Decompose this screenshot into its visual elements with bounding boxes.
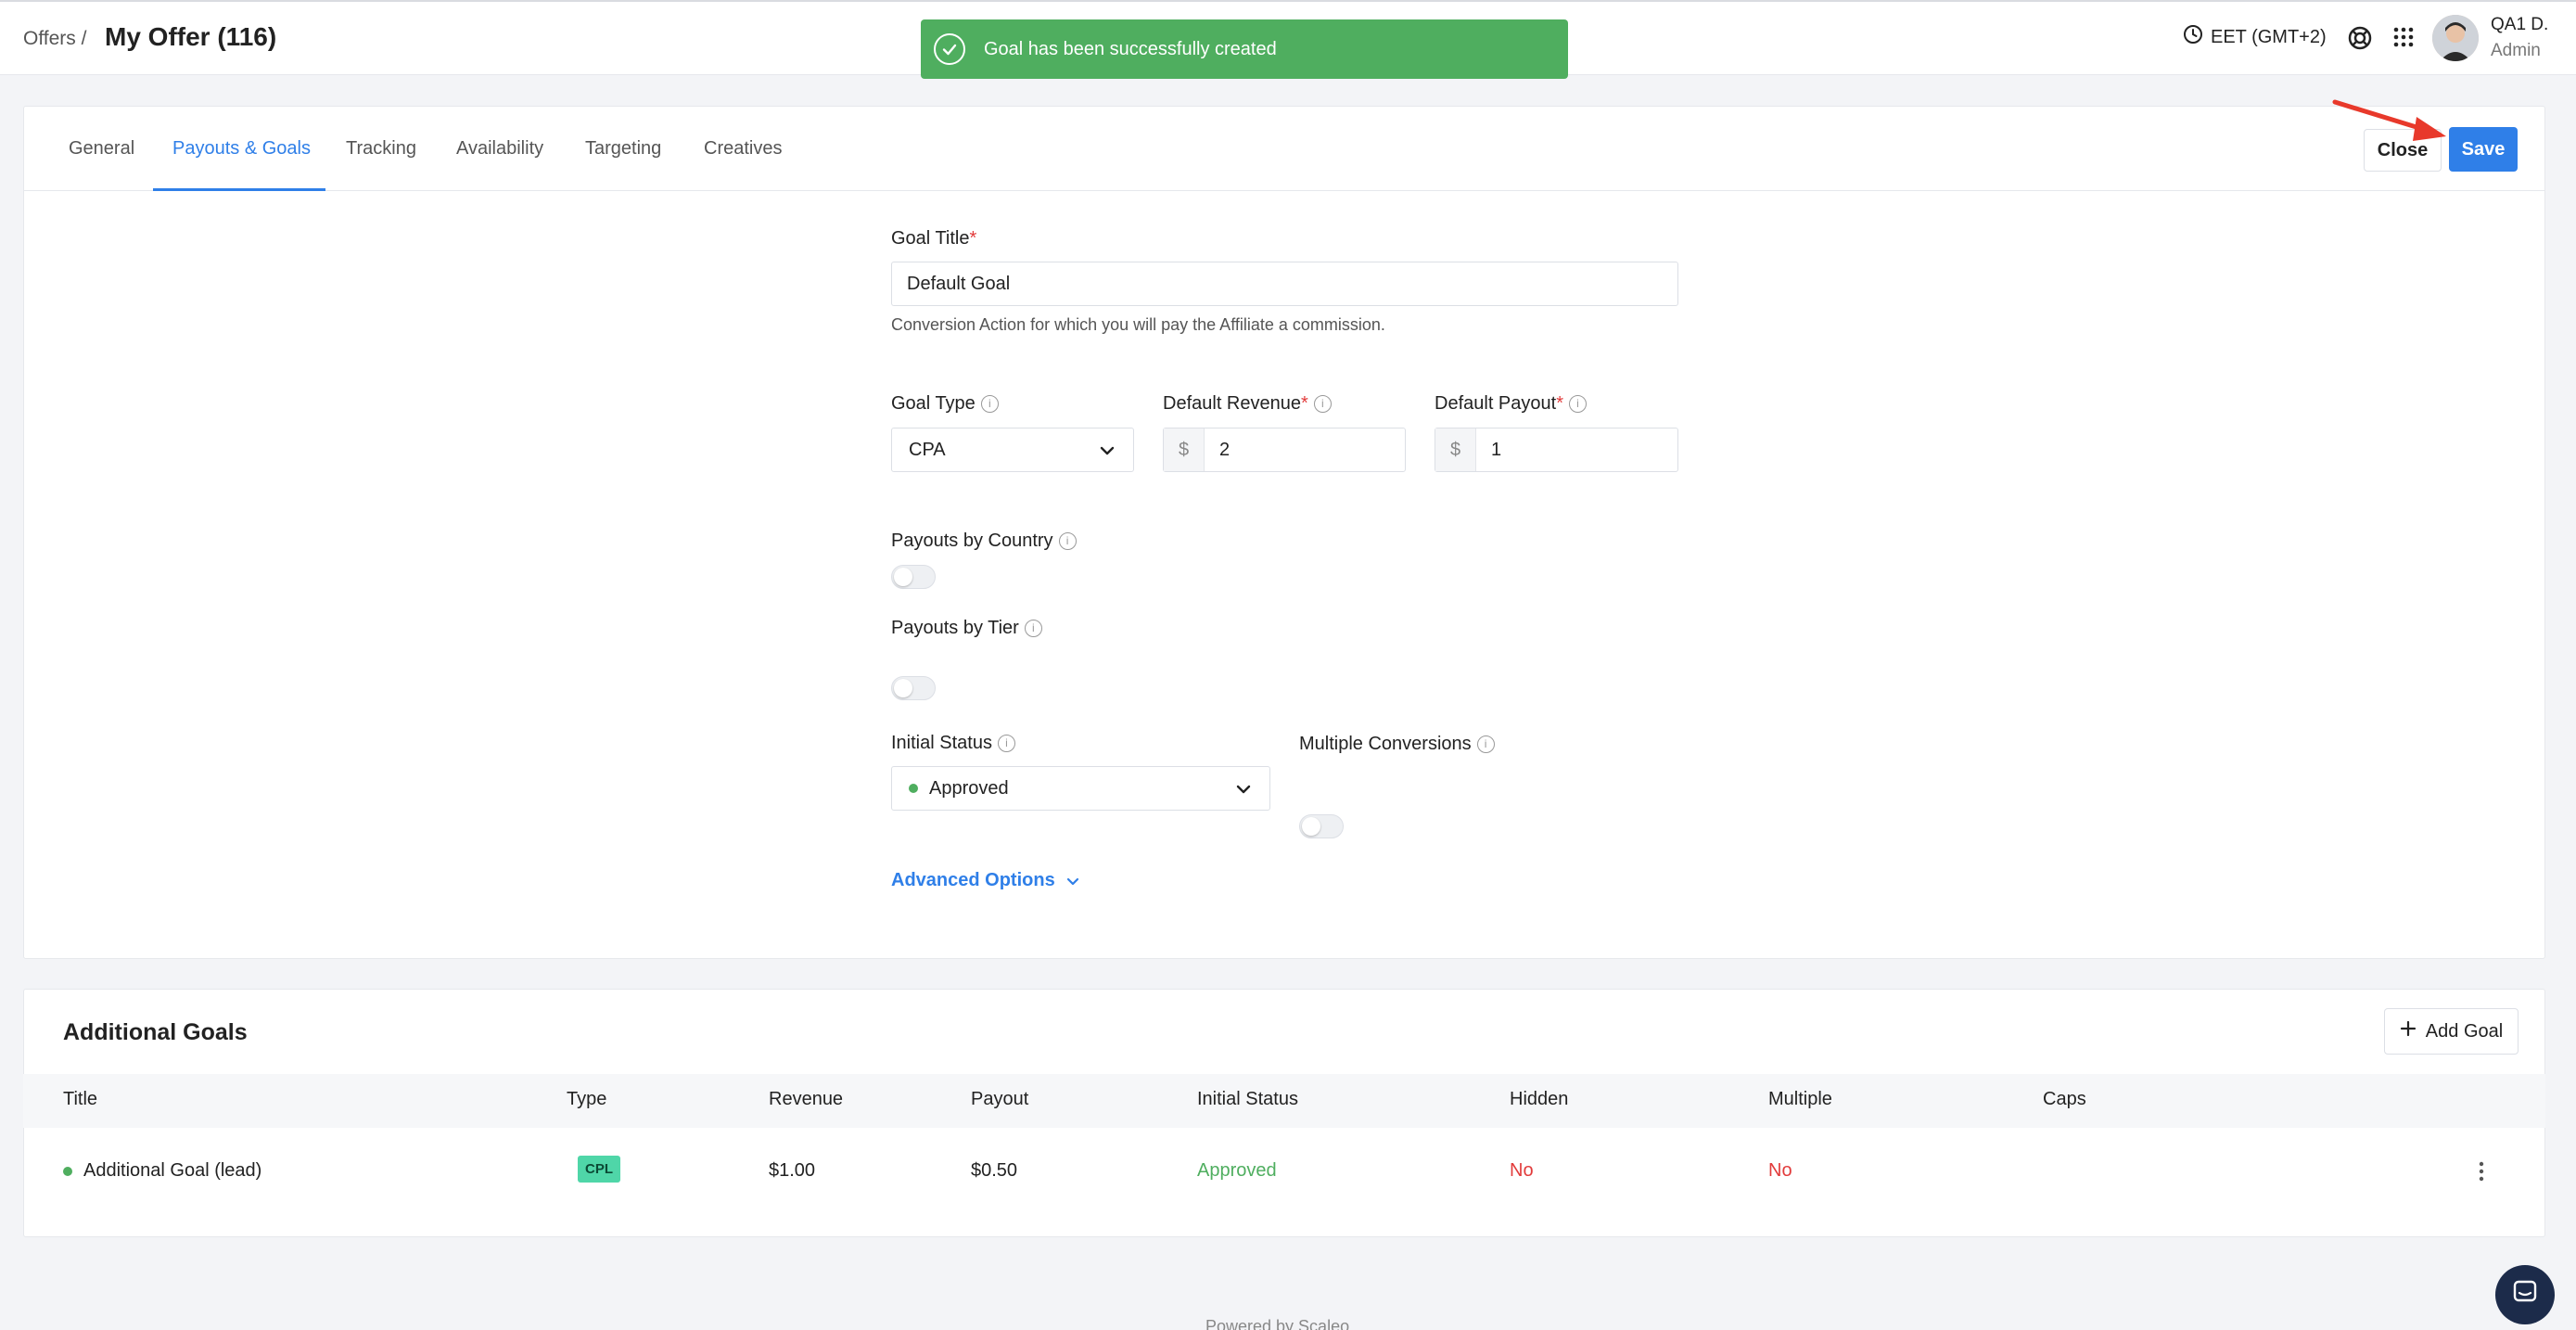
tab-creatives[interactable]: Creatives: [704, 138, 782, 160]
advanced-options-link[interactable]: Advanced Options: [891, 870, 1079, 891]
timezone-label: EET (GMT+2): [2211, 26, 2327, 47]
save-button[interactable]: Save: [2449, 127, 2518, 172]
default-payout-input[interactable]: $ 1: [1435, 428, 1678, 472]
status-dot: [909, 784, 918, 793]
timezone-selector[interactable]: EET (GMT+2): [2183, 24, 2327, 50]
column-header-revenue: Revenue: [769, 1089, 844, 1109]
row-menu-icon[interactable]: [2477, 1160, 2486, 1188]
chat-icon: [2512, 1279, 2538, 1311]
avatar[interactable]: [2432, 15, 2479, 61]
clock-icon: [2183, 24, 2203, 50]
tab-general[interactable]: General: [69, 138, 134, 160]
default-revenue-label: Default Revenue* i: [1163, 393, 1332, 415]
info-icon: i: [1024, 620, 1042, 638]
user-name: QA1 D.: [2491, 15, 2549, 34]
arrow-annotation-icon: [2332, 99, 2446, 141]
goal-row-initial-status: Approved: [1197, 1160, 1277, 1181]
page-title: My Offer (116): [105, 22, 277, 51]
multiple-conversions-toggle[interactable]: [1299, 814, 1344, 838]
success-toast: Goal has been successfully created: [921, 19, 1568, 79]
payouts-by-country-toggle[interactable]: [891, 565, 936, 589]
column-header-type: Type: [567, 1089, 607, 1109]
info-icon: i: [1476, 735, 1495, 754]
add-goal-button[interactable]: Add Goal: [2384, 1008, 2519, 1055]
currency-prefix: $: [1435, 428, 1476, 471]
goal-row-title: Additional Goal (lead): [63, 1160, 261, 1182]
column-header-hidden: Hidden: [1510, 1089, 1569, 1109]
column-header-multiple: Multiple: [1768, 1089, 1832, 1109]
goal-title-input[interactable]: Default Goal: [891, 262, 1678, 306]
chat-button[interactable]: [2495, 1265, 2555, 1324]
tab-tracking[interactable]: Tracking: [346, 138, 416, 160]
info-icon: i: [1569, 395, 1587, 414]
info-icon: i: [980, 395, 999, 414]
chevron-down-icon: [1100, 440, 1115, 461]
tab-bar: General Payouts & Goals Tracking Availab…: [24, 107, 2544, 191]
currency-prefix: $: [1164, 428, 1205, 471]
type-badge: CPL: [578, 1156, 620, 1183]
table-row[interactable]: [23, 1129, 2545, 1236]
lifebuoy-icon[interactable]: [2347, 25, 2373, 57]
payouts-by-country-label: Payouts by Country i: [891, 531, 1077, 552]
column-header-caps: Caps: [2043, 1089, 2086, 1109]
check-circle-icon: [934, 33, 965, 65]
payouts-by-tier-toggle[interactable]: [891, 676, 936, 700]
goal-type-label: Goal Type i: [891, 393, 999, 415]
breadcrumb-offers[interactable]: Offers /: [23, 28, 86, 50]
goal-row-multiple: No: [1768, 1160, 1792, 1181]
column-header-initial-status: Initial Status: [1197, 1089, 1298, 1109]
payouts-by-tier-label: Payouts by Tier i: [891, 618, 1042, 639]
toast-message: Goal has been successfully created: [984, 38, 1277, 59]
goal-row-hidden: No: [1510, 1160, 1534, 1181]
plus-icon: [2400, 1020, 2417, 1042]
goal-title-help: Conversion Action for which you will pay…: [891, 315, 1385, 334]
column-header-title: Title: [63, 1089, 98, 1109]
apps-grid-icon[interactable]: [2392, 26, 2415, 54]
multiple-conversions-label: Multiple Conversions i: [1299, 734, 1495, 755]
default-revenue-input[interactable]: $ 2: [1163, 428, 1406, 472]
chevron-down-icon: [1236, 778, 1251, 799]
user-role: Admin: [2491, 41, 2541, 60]
goal-row-revenue: $1.00: [769, 1160, 816, 1181]
tab-availability[interactable]: Availability: [456, 138, 543, 160]
default-payout-label: Default Payout* i: [1435, 393, 1587, 415]
goal-form-card: General Payouts & Goals Tracking Availab…: [23, 106, 2545, 959]
info-icon: i: [997, 735, 1015, 753]
initial-status-select[interactable]: Approved: [891, 766, 1270, 811]
additional-goals-title: Additional Goals: [63, 1019, 248, 1045]
info-icon: i: [1313, 395, 1332, 414]
info-icon: i: [1058, 532, 1077, 551]
tab-payouts-goals[interactable]: Payouts & Goals: [172, 138, 311, 160]
column-header-payout: Payout: [971, 1089, 1029, 1109]
status-dot: [63, 1166, 72, 1176]
goal-row-payout: $0.50: [971, 1160, 1018, 1181]
tab-targeting[interactable]: Targeting: [585, 138, 661, 160]
goal-title-label: Goal Title*: [891, 228, 977, 249]
footer-powered-by: Powered by Scaleo: [1205, 1317, 1350, 1330]
active-tab-indicator: [153, 188, 325, 191]
initial-status-label: Initial Status i: [891, 733, 1015, 754]
chevron-down-icon: [1066, 870, 1079, 891]
goal-type-select[interactable]: CPA: [891, 428, 1134, 472]
